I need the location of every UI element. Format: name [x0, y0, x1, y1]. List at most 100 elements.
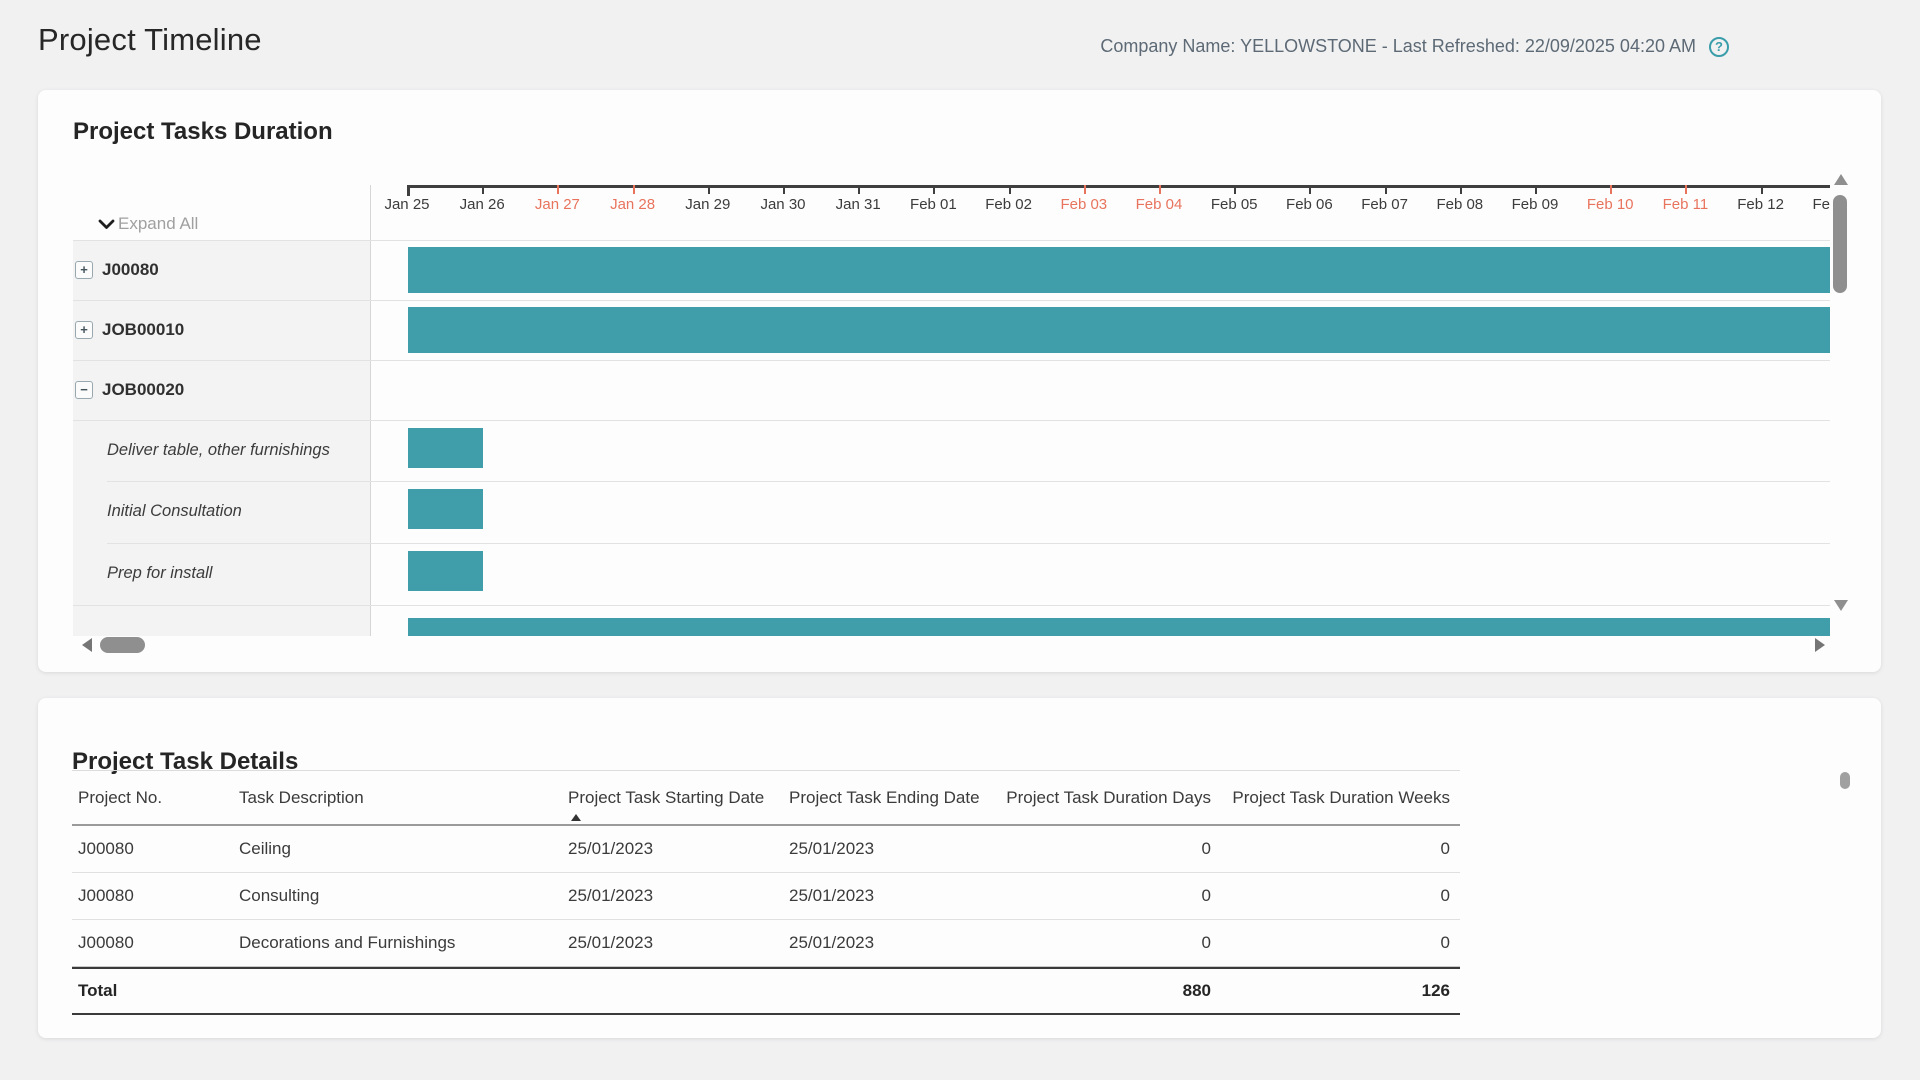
axis-day-label: Feb 13 [1799, 196, 1830, 213]
gantt-card-title: Project Tasks Duration [73, 118, 333, 146]
expand-button[interactable]: + [75, 261, 93, 279]
expand-all-label: Expand All [118, 214, 198, 234]
table-header-cell[interactable]: Project Task Starting Date [568, 788, 789, 808]
gantt-bar[interactable] [408, 489, 483, 529]
minus-icon: − [80, 382, 88, 397]
table-header-cell[interactable]: Task Description [239, 788, 568, 808]
table-scrollbar-thumb[interactable] [1840, 772, 1850, 789]
chevron-down-icon [98, 219, 118, 230]
table-cell: 25/01/2023 [789, 839, 991, 859]
axis-day-label: Jan 26 [445, 196, 519, 213]
gantt-card: Project Tasks Duration Expand All Jan 25… [38, 90, 1881, 672]
axis-tick [407, 185, 410, 196]
gantt-row-label: J00080 [102, 260, 159, 280]
scroll-up-button[interactable] [1834, 174, 1848, 185]
axis-tick [1761, 185, 1763, 194]
table-cell: 25/01/2023 [568, 886, 789, 906]
row-separator [73, 360, 1830, 361]
scroll-right-button[interactable] [1815, 638, 1825, 652]
axis-tick [858, 185, 860, 194]
axis-tick [933, 185, 935, 194]
gantt-bar[interactable] [408, 247, 1830, 293]
axis-day-label: Feb 04 [1122, 196, 1196, 213]
table-cell: 0 [1211, 933, 1450, 953]
axis-day-label: Feb 10 [1573, 196, 1647, 213]
table-row[interactable]: J00080Consulting25/01/202325/01/202300 [72, 873, 1460, 920]
gantt-row-label: Initial Consultation [107, 501, 242, 521]
axis-tick [1460, 185, 1462, 194]
axis-tick [1309, 185, 1311, 194]
axis-tick [1009, 185, 1011, 194]
axis-day-label: Feb 02 [972, 196, 1046, 213]
axis-day-label: Jan 25 [370, 196, 444, 213]
row-separator [73, 240, 1830, 241]
sort-ascending-icon [571, 814, 581, 821]
table-cell: 25/01/2023 [568, 933, 789, 953]
axis-day-label: Feb 03 [1047, 196, 1121, 213]
axis-day-label: Jan 29 [671, 196, 745, 213]
row-separator [73, 300, 1830, 301]
details-card: Project Task Details Project No.Task Des… [38, 698, 1881, 1038]
vertical-scrollbar-thumb[interactable] [1833, 195, 1847, 293]
axis-day-label: Jan 27 [520, 196, 594, 213]
table-cell: 25/01/2023 [789, 886, 991, 906]
scroll-left-button[interactable] [82, 638, 92, 652]
gantt-bar[interactable] [408, 428, 483, 468]
axis-day-label: Feb 05 [1197, 196, 1271, 213]
collapse-button[interactable]: − [75, 381, 93, 399]
table-cell: 25/01/2023 [789, 933, 991, 953]
table-cell: 0 [991, 886, 1211, 906]
row-separator [73, 605, 1830, 606]
horizontal-scrollbar-thumb[interactable] [100, 637, 145, 653]
gantt-bar[interactable] [408, 551, 483, 591]
header-info: Company Name: YELLOWSTONE - Last Refresh… [1100, 36, 1729, 57]
expand-button[interactable]: + [75, 321, 93, 339]
gantt-bar[interactable] [408, 618, 1830, 636]
gantt-bar[interactable] [408, 307, 1830, 353]
axis-day-label: Jan 28 [596, 196, 670, 213]
expand-all-button[interactable]: Expand All [98, 214, 198, 234]
axis-line [407, 185, 1830, 188]
table-cell: 0 [991, 839, 1211, 859]
gantt-rows: +J00080+JOB00010−JOB00020Deliver table, … [73, 240, 1830, 636]
scroll-down-button[interactable] [1834, 600, 1848, 611]
axis-day-label: Feb 12 [1724, 196, 1798, 213]
total-label: Total [78, 981, 239, 1001]
table-cell: J00080 [78, 933, 239, 953]
axis-tick [708, 185, 710, 194]
axis-day-label: Feb 08 [1423, 196, 1497, 213]
table-row[interactable]: J00080Decorations and Furnishings25/01/2… [72, 920, 1460, 967]
table-cell: Consulting [239, 886, 568, 906]
axis-day-label: Jan 31 [821, 196, 895, 213]
plus-icon: + [80, 322, 88, 337]
axis-tick [1610, 185, 1612, 194]
axis-day-label: Feb 11 [1648, 196, 1722, 213]
gantt-row-label: Deliver table, other furnishings [107, 440, 330, 460]
table-cell: 0 [991, 933, 1211, 953]
table-header-cell[interactable]: Project Task Duration Weeks [1211, 788, 1450, 808]
gantt-axis: Jan 25Jan 26Jan 27Jan 28Jan 29Jan 30Jan … [370, 185, 1830, 217]
gantt-row-label: JOB00010 [102, 320, 184, 340]
table-header-cell[interactable]: Project No. [78, 788, 239, 808]
table-header-cell[interactable]: Project Task Ending Date [789, 788, 991, 808]
axis-tick [1234, 185, 1236, 194]
table-total-row: Total 880 126 [72, 967, 1460, 1015]
help-circle-icon[interactable]: ? [1709, 37, 1729, 57]
axis-tick [783, 185, 785, 194]
axis-tick [557, 185, 559, 194]
table-header-cell[interactable]: Project Task Duration Days [991, 788, 1211, 808]
axis-tick [1159, 185, 1161, 194]
table-cell: Decorations and Furnishings [239, 933, 568, 953]
table-row[interactable]: J00080Ceiling25/01/202325/01/202300 [72, 826, 1460, 873]
axis-day-label: Feb 01 [896, 196, 970, 213]
axis-day-label: Jan 30 [746, 196, 820, 213]
plus-icon: + [80, 262, 88, 277]
axis-tick [482, 185, 484, 194]
table-cell: Ceiling [239, 839, 568, 859]
total-duration-days: 880 [991, 981, 1211, 1001]
row-separator [107, 543, 1830, 544]
table-cell: 25/01/2023 [568, 839, 789, 859]
axis-tick [633, 185, 635, 194]
axis-tick [1685, 185, 1687, 194]
axis-tick [1084, 185, 1086, 194]
